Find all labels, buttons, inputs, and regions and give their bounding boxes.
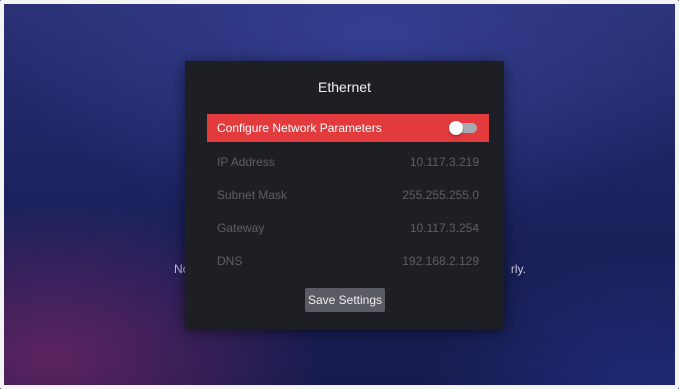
field-row-gateway: Gateway 10.117.3.254 [207,214,489,242]
gateway-label: Gateway [217,221,265,235]
configure-network-toggle[interactable] [449,121,477,135]
field-row-ip-address: IP Address 10.117.3.219 [207,148,489,176]
toggle-knob [449,121,463,135]
background-message-right: rly. [510,262,526,276]
gateway-value: 10.117.3.254 [409,221,479,235]
ip-address-label: IP Address [217,155,275,169]
dns-value: 192.168.2.129 [402,254,479,268]
subnet-mask-label: Subnet Mask [217,188,288,202]
ethernet-dialog: Ethernet Configure Network Parameters IP… [185,61,504,329]
save-settings-button[interactable]: Save Settings [305,288,385,312]
dns-label: DNS [217,254,243,268]
configure-network-label: Configure Network Parameters [217,121,382,135]
subnet-mask-value: 255.255.255.0 [402,188,479,202]
dialog-title: Ethernet [318,79,371,95]
field-row-subnet-mask: Subnet Mask 255.255.255.0 [207,181,489,209]
field-row-dns: DNS 192.168.2.129 [207,247,489,275]
configure-network-row[interactable]: Configure Network Parameters [207,114,489,142]
ip-address-value: 10.117.3.219 [409,155,479,169]
tv-screen: No rly. Ethernet Configure Network Param… [0,0,679,389]
